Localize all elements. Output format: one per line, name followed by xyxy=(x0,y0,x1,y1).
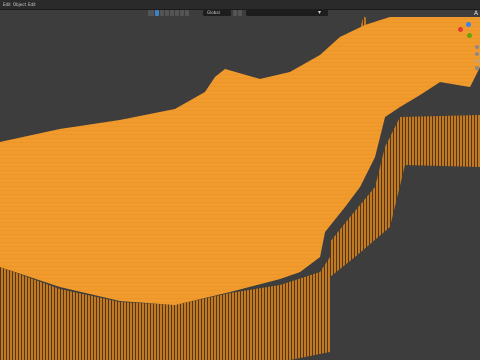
gizmo-x-axis[interactable] xyxy=(458,27,463,32)
zoom-icon[interactable] xyxy=(180,10,184,16)
view-icon[interactable] xyxy=(175,10,179,16)
perspective-nav-icon[interactable] xyxy=(475,66,479,70)
menu-edit-2[interactable]: Edit xyxy=(28,0,36,9)
search-input[interactable] xyxy=(246,10,328,16)
corner-letter: A xyxy=(474,10,479,17)
camera-icon[interactable] xyxy=(233,10,237,16)
select-box-icon[interactable] xyxy=(155,10,159,16)
filter-icon[interactable] xyxy=(170,10,174,16)
proportional-edit-icon[interactable] xyxy=(165,10,169,16)
camera-nav-icon[interactable] xyxy=(475,59,479,63)
pan-nav-icon[interactable] xyxy=(475,52,479,56)
menu-object[interactable]: Object xyxy=(13,0,26,9)
menu-edit[interactable]: Edit xyxy=(3,0,11,9)
pan-icon[interactable] xyxy=(185,10,189,16)
orientation-dropdown[interactable]: Global xyxy=(203,10,231,16)
chevron-down-icon[interactable] xyxy=(238,10,242,16)
filter-funnel-icon[interactable]: ▾ xyxy=(318,10,324,16)
3d-viewport[interactable]: A xyxy=(0,10,480,360)
cursor-icon[interactable] xyxy=(148,10,154,16)
viewport-header-toolbar: Global xyxy=(148,9,330,17)
terrain-mesh xyxy=(0,17,480,360)
zoom-nav-icon[interactable] xyxy=(475,45,479,49)
snap-icon[interactable] xyxy=(160,10,164,16)
gizmo-y-axis[interactable] xyxy=(467,33,472,38)
gizmo-z-axis[interactable] xyxy=(466,22,471,27)
